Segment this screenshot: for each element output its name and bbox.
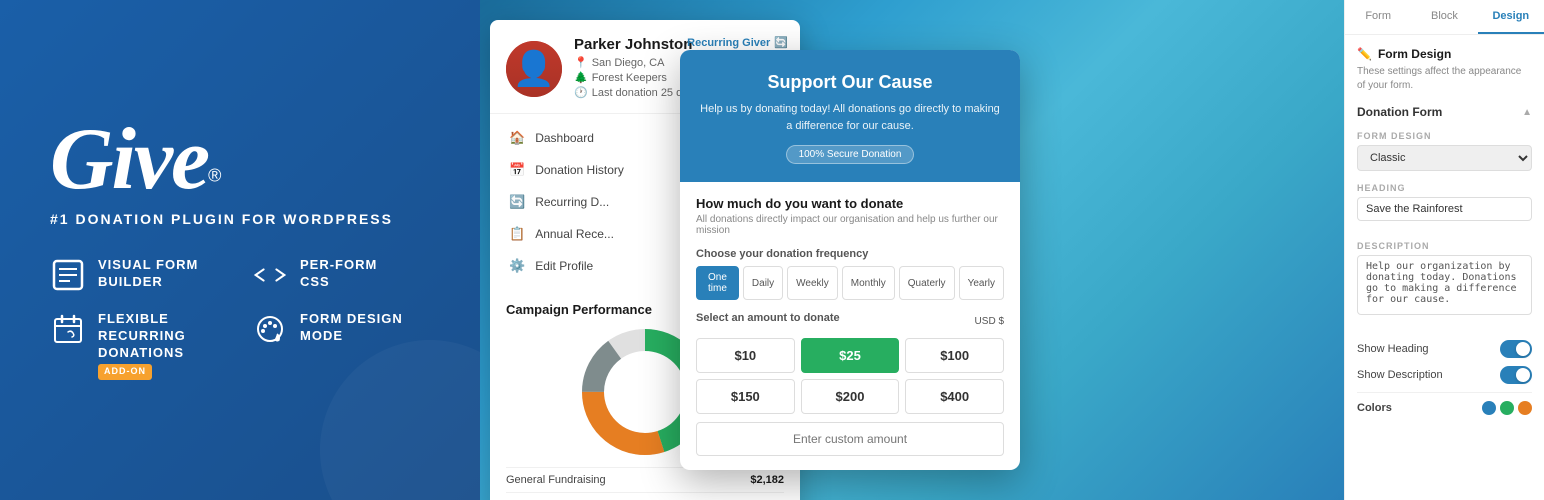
clock-icon: 🕐 xyxy=(574,86,588,99)
colors-label: Colors xyxy=(1357,402,1392,414)
avatar xyxy=(506,41,562,97)
heading-input[interactable] xyxy=(1357,197,1532,221)
amount-25[interactable]: $25 xyxy=(801,338,900,373)
tab-bar: Form Block Design xyxy=(1345,0,1544,35)
color-dot-2[interactable] xyxy=(1500,401,1514,415)
freq-onetime[interactable]: One time xyxy=(696,266,739,300)
gear-icon: ⚙️ xyxy=(509,258,525,274)
form-description: Help us by donating today! All donations… xyxy=(700,101,1000,134)
amount-10[interactable]: $10 xyxy=(696,338,795,373)
form-header: Support Our Cause Help us by donating to… xyxy=(680,50,1020,182)
donation-form-setting: Donation Form ▲ xyxy=(1357,105,1532,119)
color-dot-3[interactable] xyxy=(1518,401,1532,415)
feature-design-mode-label: FORM DESIGNMODE xyxy=(300,311,403,345)
feature-recurring-label: FLEXIBLE RECURRINGDONATIONS ADD-ON xyxy=(98,311,228,379)
campaign-amount: $2,182 xyxy=(750,474,784,486)
registered-mark: ® xyxy=(208,166,221,186)
refresh-icon: 🔄 xyxy=(774,36,788,49)
addon-badge: ADD-ON xyxy=(98,364,152,380)
right-content: ✏️ Form Design These settings affect the… xyxy=(1345,35,1544,497)
section-title: ✏️ Form Design xyxy=(1357,47,1532,61)
feature-visual-form-label: VISUAL FORMBUILDER xyxy=(98,257,198,291)
secure-badge: 100% Secure Donation xyxy=(786,145,915,164)
donation-subtitle: All donations directly impact our organi… xyxy=(696,214,1004,236)
frequency-buttons: One time Daily Weekly Monthly Quaterly Y… xyxy=(696,266,1004,300)
donation-form-header: Donation Form ▲ xyxy=(1357,105,1532,119)
freq-quarterly[interactable]: Quaterly xyxy=(899,266,955,300)
chevron-up-icon: ▲ xyxy=(1522,107,1532,118)
logo-text: Give xyxy=(50,111,208,208)
history-icon: 📅 xyxy=(509,162,525,178)
heading-toggle[interactable] xyxy=(1500,340,1532,358)
give-logo: Give® xyxy=(50,120,430,199)
form-body: How much do you want to donate All donat… xyxy=(680,182,1020,470)
feature-recurring: FLEXIBLE RECURRINGDONATIONS ADD-ON xyxy=(50,311,228,379)
features-grid: VISUAL FORMBUILDER PER-FORMCSS xyxy=(50,257,430,379)
amount-grid: $10 $25 $100 $150 $200 $400 xyxy=(696,338,1004,414)
amount-150[interactable]: $150 xyxy=(696,379,795,414)
amount-label: Select an amount to donate xyxy=(696,312,840,324)
description-toggle[interactable] xyxy=(1500,366,1532,384)
description-setting: DESCRIPTION Help our organization by don… xyxy=(1357,241,1532,328)
avatar-image xyxy=(506,41,562,97)
freq-label: Choose your donation frequency xyxy=(696,248,1004,260)
feature-visual-form: VISUAL FORMBUILDER xyxy=(50,257,228,293)
receipt-icon: 📋 xyxy=(509,226,525,242)
color-dot-1[interactable] xyxy=(1482,401,1496,415)
freq-daily[interactable]: Daily xyxy=(743,266,783,300)
form-design-select[interactable]: Classic xyxy=(1357,145,1532,171)
donation-form-card: Support Our Cause Help us by donating to… xyxy=(680,50,1020,470)
campaign-row-2: Giving Tuesday $1,396 xyxy=(506,492,784,500)
section-description: These settings affect the appearance of … xyxy=(1357,65,1532,93)
right-panel: Form Block Design ✏️ Form Design These s… xyxy=(1344,0,1544,500)
show-heading-toggle: Show Heading xyxy=(1357,340,1532,358)
calendar-icon xyxy=(50,311,86,347)
palette-icon xyxy=(252,311,288,347)
show-heading-label: Show Heading xyxy=(1357,343,1429,355)
heading-setting: HEADING xyxy=(1357,183,1532,229)
tab-design[interactable]: Design xyxy=(1478,0,1544,34)
colors-section: Colors xyxy=(1357,401,1532,415)
dashboard-icon: 🏠 xyxy=(509,130,525,146)
center-panel: Parker Johnston 📍 San Diego, CA 🌲 Forest… xyxy=(480,0,1344,500)
amount-100[interactable]: $100 xyxy=(905,338,1004,373)
tagline: #1 DONATION PLUGIN FOR WORDPRESS xyxy=(50,211,430,227)
description-textarea[interactable]: Help our organization by donating today.… xyxy=(1357,255,1532,315)
freq-weekly[interactable]: Weekly xyxy=(787,266,838,300)
tab-form[interactable]: Form xyxy=(1345,0,1411,34)
tab-block[interactable]: Block xyxy=(1411,0,1477,34)
custom-amount-input[interactable] xyxy=(696,422,1004,456)
left-panel: Give® #1 DONATION PLUGIN FOR WORDPRESS V… xyxy=(0,0,480,500)
heading-label: HEADING xyxy=(1357,183,1532,193)
amount-200[interactable]: $200 xyxy=(801,379,900,414)
amount-400[interactable]: $400 xyxy=(905,379,1004,414)
currency-selector[interactable]: USD $ xyxy=(975,316,1004,327)
form-icon xyxy=(50,257,86,293)
feature-design-mode: FORM DESIGNMODE xyxy=(252,311,430,379)
color-dots xyxy=(1482,401,1532,415)
donation-form-label: Donation Form xyxy=(1357,105,1442,119)
recurring-giver-badge: Recurring Giver 🔄 xyxy=(687,36,788,49)
description-label: DESCRIPTION xyxy=(1357,241,1532,251)
donation-question: How much do you want to donate xyxy=(696,196,1004,211)
campaign-row: General Fundraising $2,182 xyxy=(506,467,784,492)
feature-per-form-css: PER-FORMCSS xyxy=(252,257,430,293)
feature-per-form-css-label: PER-FORMCSS xyxy=(300,257,377,291)
form-title: Support Our Cause xyxy=(700,72,1000,93)
code-icon xyxy=(252,257,288,293)
form-design-label: FORM DESIGN xyxy=(1357,131,1532,141)
show-description-label: Show Description xyxy=(1357,369,1443,381)
freq-yearly[interactable]: Yearly xyxy=(959,266,1004,300)
campaign-list: General Fundraising $2,182 Giving Tuesda… xyxy=(506,467,784,500)
freq-monthly[interactable]: Monthly xyxy=(842,266,895,300)
pencil-icon: ✏️ xyxy=(1357,47,1372,61)
divider xyxy=(1357,392,1532,393)
form-design-setting: FORM DESIGN Classic xyxy=(1357,131,1532,171)
recurring-icon: 🔄 xyxy=(509,194,525,210)
show-description-toggle: Show Description xyxy=(1357,366,1532,384)
org-icon: 🌲 xyxy=(574,71,588,84)
location-icon: 📍 xyxy=(574,56,588,69)
campaign-name: General Fundraising xyxy=(506,474,606,486)
amount-header: Select an amount to donate USD $ xyxy=(696,312,1004,330)
